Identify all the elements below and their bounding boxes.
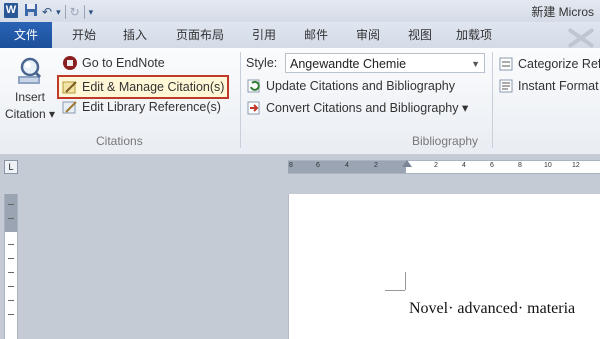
- tab-mailings[interactable]: 邮件: [304, 22, 328, 48]
- convert-citations-button[interactable]: Convert Citations and Bibliography ▾: [246, 98, 468, 118]
- document-text[interactable]: Novel· advanced· materia: [409, 300, 575, 318]
- document-area: L 8 6 4 2 2 4 6 8 10 12 Novel· advanced·…: [0, 154, 600, 339]
- ruler-margin-shade: [5, 194, 17, 232]
- ruler-tick-mark: [8, 300, 14, 301]
- ruler-tick-mark: [8, 244, 14, 245]
- undo-icon[interactable]: ↶: [42, 4, 52, 20]
- indent-marker[interactable]: [402, 160, 412, 167]
- tab-insert[interactable]: 插入: [123, 22, 147, 48]
- tab-file[interactable]: 文件: [0, 22, 52, 48]
- quick-access-toolbar: ↶ ▾ ↻ ▾: [24, 3, 93, 21]
- tab-references[interactable]: 引用: [252, 22, 276, 48]
- tab-page-layout[interactable]: 页面布局: [176, 22, 224, 48]
- convert-icon: [246, 100, 262, 116]
- go-to-endnote-button[interactable]: Go to EndNote: [62, 53, 165, 73]
- insert-citation-label-2: Citation ▾: [4, 107, 56, 121]
- ruler-tick: 6: [316, 162, 320, 169]
- ruler-tick-mark: [8, 272, 14, 273]
- watermark-x-icon: [560, 24, 600, 48]
- ruler-tick: 2: [434, 162, 438, 169]
- customize-qat-icon[interactable]: ▾: [89, 4, 94, 20]
- ribbon: Insert Citation ▾ Go to EndNote Edit & M…: [0, 48, 600, 155]
- tab-addins[interactable]: 加载项: [456, 22, 492, 48]
- bibliography-group-label: Bibliography: [412, 134, 479, 148]
- margin-corner-mark: [385, 290, 405, 291]
- ruler-tick: 8: [518, 162, 522, 169]
- update-citations-button[interactable]: Update Citations and Bibliography: [246, 76, 455, 96]
- instant-format-label: Instant Format: [518, 79, 599, 93]
- tab-review[interactable]: 审阅: [356, 22, 380, 48]
- redo-icon[interactable]: ↻: [70, 4, 80, 20]
- group-divider: [240, 52, 241, 148]
- horizontal-ruler[interactable]: 8 6 4 2 2 4 6 8 10 12: [288, 160, 600, 174]
- ruler-tick-mark: [8, 286, 14, 287]
- vertical-ruler[interactable]: [4, 194, 18, 339]
- document-page[interactable]: Novel· advanced· materia: [288, 194, 600, 339]
- ruler-tick: 8: [289, 162, 293, 169]
- group-divider: [492, 52, 493, 148]
- undo-dropdown-icon[interactable]: ▾: [56, 4, 61, 20]
- style-label: Style:: [246, 56, 278, 70]
- insert-citation-button[interactable]: Insert Citation ▾: [4, 56, 56, 128]
- ruler-tick-mark: [8, 258, 14, 259]
- window-title: 新建 Micros: [531, 5, 594, 19]
- tab-selector-button[interactable]: L: [4, 160, 18, 174]
- save-icon[interactable]: [24, 3, 38, 21]
- go-to-endnote-label: Go to EndNote: [82, 56, 165, 70]
- insert-citation-label-1: Insert: [14, 90, 45, 104]
- ruler-tick-mark: [8, 204, 14, 205]
- categorize-icon: [498, 56, 514, 72]
- style-select-value: Angewandte Chemie: [290, 57, 407, 71]
- citations-group-label: Citations: [96, 134, 143, 148]
- convert-citations-label: Convert Citations and Bibliography ▾: [266, 101, 469, 115]
- edit-library-reference-button[interactable]: Edit Library Reference(s): [62, 97, 221, 117]
- ruler-tick: 2: [374, 162, 378, 169]
- ruler-tick: 10: [544, 162, 552, 169]
- categorize-label: Categorize Ref: [518, 57, 600, 71]
- update-icon: [246, 78, 262, 94]
- ribbon-tabs: 文件 开始 插入 页面布局 引用 邮件 审阅 视图 加载项: [0, 22, 600, 48]
- edit-manage-citations-button[interactable]: Edit & Manage Citation(s): [57, 75, 230, 99]
- edit-manage-citations-label: Edit & Manage Citation(s): [82, 80, 225, 94]
- tab-home[interactable]: 开始: [72, 22, 96, 48]
- instant-formatting-button[interactable]: Instant Format: [498, 76, 599, 96]
- word-app-icon[interactable]: W: [4, 3, 18, 18]
- ruler-tick: 12: [572, 162, 580, 169]
- categorize-references-button[interactable]: Categorize Ref: [498, 54, 600, 74]
- ruler-tick-mark: [8, 218, 14, 219]
- edit-citation-icon: [62, 79, 78, 95]
- tab-view[interactable]: 视图: [408, 22, 432, 48]
- update-citations-label: Update Citations and Bibliography: [266, 79, 456, 93]
- magnifier-icon: [14, 56, 46, 88]
- chevron-down-icon[interactable]: ▼: [471, 54, 480, 74]
- edit-library-icon: [62, 99, 78, 115]
- instant-format-icon: [498, 78, 514, 94]
- endnote-icon: [62, 55, 78, 71]
- ruler-tick: 6: [490, 162, 494, 169]
- style-select[interactable]: Angewandte Chemie ▼: [285, 53, 485, 73]
- margin-corner-mark: [405, 272, 406, 290]
- ruler-tick: 4: [345, 162, 349, 169]
- qat-separator: [83, 5, 85, 19]
- ruler-tick: 4: [462, 162, 466, 169]
- edit-library-reference-label: Edit Library Reference(s): [82, 100, 221, 114]
- title-bar: W ↶ ▾ ↻ ▾ 新建 Micros: [0, 0, 600, 22]
- qat-separator: [64, 5, 66, 19]
- ruler-tick-mark: [8, 314, 14, 315]
